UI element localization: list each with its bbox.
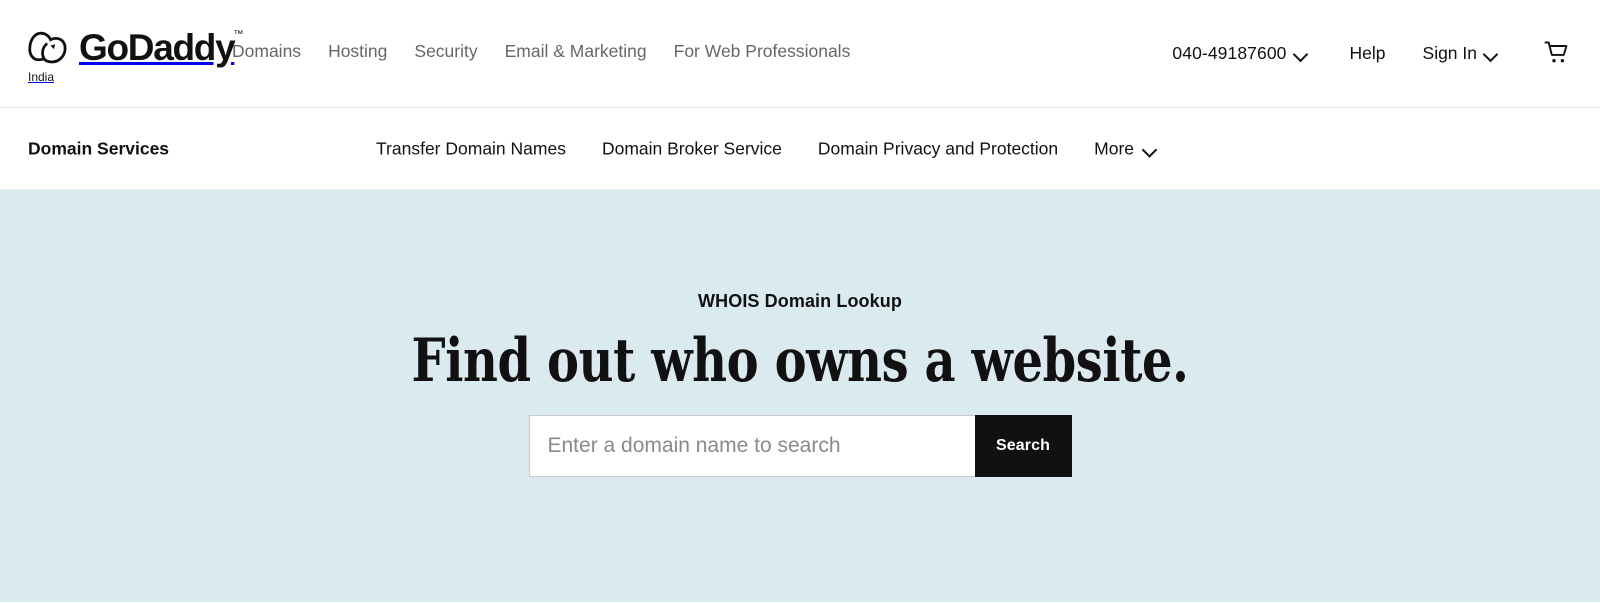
nav-item-hosting[interactable]: Hosting: [328, 41, 387, 62]
godaddy-logo-link[interactable]: GoDaddy ™ India: [28, 26, 243, 88]
page-title: Find out who owns a website.: [411, 325, 1189, 396]
nav-item-for-web-professionals[interactable]: For Web Professionals: [674, 41, 851, 62]
search-button[interactable]: Search: [974, 415, 1072, 478]
sub-nav-item-domain-privacy-and-protection[interactable]: Domain Privacy and Protection: [818, 138, 1058, 159]
nav-item-email-marketing[interactable]: Email & Marketing: [505, 41, 647, 62]
trademark-symbol: ™: [233, 28, 244, 40]
brand-wordmark-text: GoDaddy: [79, 26, 236, 68]
shopping-cart-icon: [1544, 40, 1570, 66]
sub-nav-more-label: More: [1094, 138, 1135, 158]
chevron-down-icon: [1484, 49, 1498, 58]
secondary-nav-bar: Domain Services Transfer Domain Names Do…: [0, 108, 1600, 190]
header-utility-nav: 040-49187600 Help Sign In: [1172, 40, 1570, 66]
hero-content: WHOIS Domain Lookup Find out who owns a …: [0, 190, 1600, 478]
godaddy-heart-logo-icon: [28, 26, 70, 68]
secondary-nav: Transfer Domain Names Domain Broker Serv…: [376, 138, 1157, 159]
brand-lockup: GoDaddy ™: [28, 26, 243, 68]
chevron-down-icon: [1294, 49, 1308, 58]
phone-number-button[interactable]: 040-49187600: [1172, 43, 1307, 64]
secondary-nav-title: Domain Services: [28, 138, 170, 158]
sign-in-button[interactable]: Sign In: [1423, 43, 1498, 64]
sub-nav-item-more[interactable]: More: [1094, 138, 1157, 159]
nav-item-security[interactable]: Security: [414, 41, 477, 62]
domain-search-form: Search: [528, 415, 1072, 478]
hero-section: WHOIS Domain Lookup Find out who owns a …: [0, 190, 1600, 602]
phone-number-label: 040-49187600: [1172, 42, 1287, 63]
sub-nav-item-transfer-domain-names[interactable]: Transfer Domain Names: [376, 138, 566, 159]
sign-in-label: Sign In: [1422, 42, 1477, 63]
sub-nav-item-domain-broker-service[interactable]: Domain Broker Service: [602, 138, 782, 159]
help-link[interactable]: Help: [1350, 43, 1386, 64]
site-header: GoDaddy ™ India Domains Hosting Security…: [0, 0, 1600, 108]
primary-nav: Domains Hosting Security Email & Marketi…: [232, 41, 850, 62]
cart-button[interactable]: [1544, 40, 1570, 66]
nav-item-domains[interactable]: Domains: [232, 41, 301, 62]
brand-locale: India: [28, 70, 55, 84]
search-input[interactable]: [528, 415, 975, 478]
hero-eyebrow: WHOIS Domain Lookup: [698, 291, 902, 311]
chevron-down-icon: [1143, 144, 1157, 153]
brand-wordmark: GoDaddy ™: [79, 26, 243, 68]
